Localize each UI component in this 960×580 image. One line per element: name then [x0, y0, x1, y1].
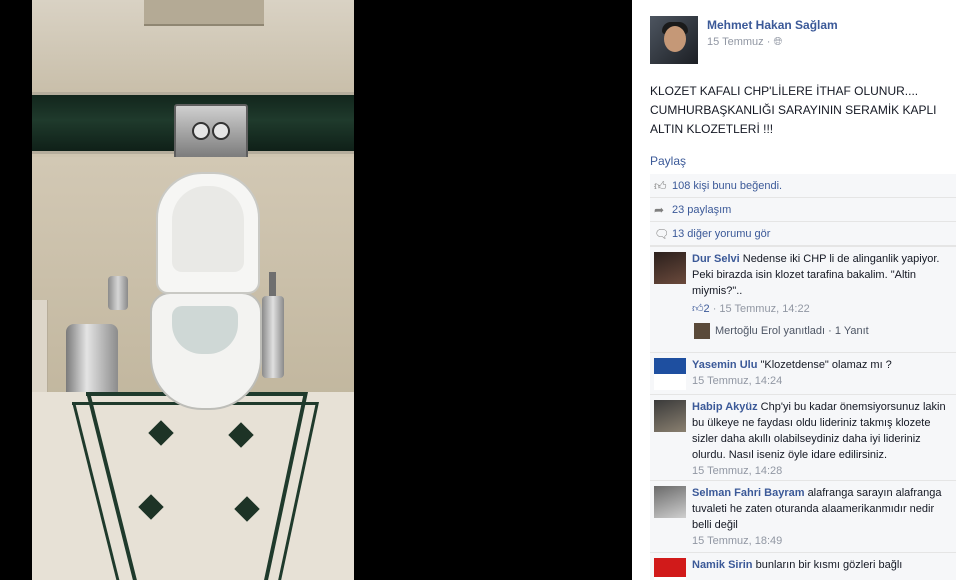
comment-text: bunların bir kısmı gözleri bağlı: [755, 559, 903, 571]
commenter-avatar[interactable]: [654, 486, 686, 518]
commenter-avatar[interactable]: [654, 252, 686, 284]
comment-time[interactable]: 15 Temmuz, 14:24: [692, 375, 782, 387]
comment-item: Namik Sirin bunların bir kısmı gözleri b…: [650, 552, 956, 580]
share-arrow-icon: ➦: [654, 203, 665, 217]
comment-body: Yasemin Ulu "Klozetdense" olamaz mı ? 15…: [692, 357, 952, 389]
ufi-summary: 👍︎ 108 kişi bunu beğendi. ➦ 23 paylaşım …: [650, 174, 956, 246]
paper-holder: [108, 276, 128, 310]
floor-diamond: [228, 422, 254, 448]
comment-body: Selman Fahri Bayram alafranga sarayın al…: [692, 485, 952, 549]
comment-time[interactable]: 15 Temmuz, 14:22: [719, 303, 809, 315]
toilet-lid-inner: [172, 186, 244, 272]
post-meta: 15 Temmuz · 🌐︎: [707, 36, 782, 49]
commenter-avatar[interactable]: [654, 400, 686, 432]
share-link[interactable]: Paylaş: [650, 154, 686, 168]
wall-niche: [144, 0, 264, 26]
comment-body: Dur Selvi Nedense iki CHP li de alinganl…: [692, 251, 952, 317]
reply-count: 1 Yanıt: [834, 324, 869, 337]
comment-time[interactable]: 15 Temmuz, 14:28: [692, 465, 782, 477]
meta-separator: ·: [766, 36, 771, 48]
meta-separator: ·: [712, 303, 717, 315]
commenter-avatar[interactable]: [654, 558, 686, 580]
likes-row[interactable]: 👍︎ 108 kişi bunu beğendi.: [650, 174, 956, 198]
author-name-link[interactable]: Mehmet Hakan Sağlam: [707, 18, 838, 32]
comment-item: Yasemin Ulu "Klozetdense" olamaz mı ? 15…: [650, 352, 956, 394]
comment-like-count[interactable]: 👍︎2: [692, 303, 713, 315]
floor-diamond: [148, 420, 174, 446]
shares-row[interactable]: ➦ 23 paylaşım: [650, 198, 956, 222]
bathroom-photo: [32, 0, 354, 580]
toilet-bowl: [150, 292, 262, 410]
shares-text: 23 paylaşım: [672, 204, 732, 216]
commenter-name[interactable]: Selman Fahri Bayram: [692, 487, 805, 499]
globe-icon[interactable]: 🌐︎: [773, 36, 782, 48]
more-comments-row[interactable]: 🗨︎ 13 diğer yorumu gör: [650, 222, 956, 246]
post-text: KLOZET KAFALI CHP'LİLERE İTHAF OLUNUR...…: [650, 84, 937, 136]
thumbs-up-icon: 👍︎: [692, 303, 704, 315]
comment-item: Selman Fahri Bayram alafranga sarayın al…: [650, 480, 956, 552]
comment-item: Habip Akyüz Chp'yi bu kadar önemsiyorsun…: [650, 394, 956, 480]
author-avatar[interactable]: [650, 16, 698, 64]
commenter-name[interactable]: Namik Sirin: [692, 559, 753, 571]
comment-time[interactable]: 15 Temmuz, 18:49: [692, 535, 782, 547]
reply-text: Mertoğlu Erol yanıtladı: [715, 324, 826, 337]
comment-item: Dur Selvi Nedense iki CHP li de alinganl…: [650, 246, 956, 352]
post-header: Mehmet Hakan Sağlam 15 Temmuz · 🌐︎: [650, 16, 950, 66]
commenter-name[interactable]: Habip Akyüz: [692, 401, 758, 413]
post-side-panel: Mehmet Hakan Sağlam 15 Temmuz · 🌐︎ KLOZE…: [632, 0, 960, 580]
meta-separator: ·: [828, 324, 832, 337]
comment-body: Namik Sirin bunların bir kısmı gözleri b…: [692, 557, 952, 573]
more-comments-text: 13 diğer yorumu gör: [672, 228, 771, 240]
trash-bin: [66, 324, 118, 402]
flush-plate: [174, 104, 248, 160]
likes-text: 108 kişi bunu beğendi.: [672, 180, 783, 192]
flush-button-right: [212, 122, 230, 140]
toilet-brush-holder: [262, 296, 284, 378]
comment-bubble-icon: 🗨︎: [654, 227, 670, 241]
floor-diamond: [138, 494, 164, 520]
reply-summary[interactable]: Mertoğlu Erol yanıtladı · 1 Yanıt: [694, 323, 952, 339]
thumbs-up-icon: 👍︎: [654, 179, 667, 193]
commenter-name[interactable]: Yasemin Ulu: [692, 359, 757, 371]
floor-diamond: [234, 496, 260, 522]
post-date[interactable]: 15 Temmuz: [707, 36, 764, 48]
photo-viewer[interactable]: [0, 0, 632, 580]
commenter-name[interactable]: Dur Selvi: [692, 253, 740, 265]
commenter-avatar[interactable]: [654, 358, 686, 390]
floor: [32, 392, 354, 580]
reply-avatar: [694, 323, 710, 339]
flush-button-left: [192, 122, 210, 140]
comment-text: "Klozetdense" olamaz mı ?: [760, 359, 892, 371]
comment-body: Habip Akyüz Chp'yi bu kadar önemsiyorsun…: [692, 399, 952, 479]
toilet-bowl-inner: [172, 306, 238, 354]
toilet-lid: [156, 172, 260, 294]
